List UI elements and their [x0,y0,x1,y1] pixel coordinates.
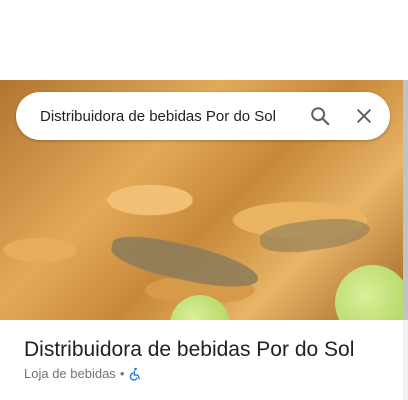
search-input[interactable]: Distribuidora de bebidas Por do Sol [40,108,298,125]
photo-lime [335,265,403,320]
scrollbar-thumb[interactable] [403,80,408,320]
place-category[interactable]: Loja de bebidas [24,366,116,381]
search-box[interactable]: Distribuidora de bebidas Por do Sol [16,92,390,140]
separator-dot: • [119,366,125,381]
search-icon[interactable] [298,94,342,138]
wheelchair-accessible-icon [128,367,142,381]
photo-fish-detail [258,212,372,258]
photo-fish-detail [108,229,262,296]
close-icon[interactable] [342,94,386,138]
top-blank-area [0,0,408,80]
photo-lime [170,295,230,320]
place-subtitle: Loja de bebidas • [24,366,142,381]
place-title: Distribuidora de bebidas Por do Sol [24,338,355,361]
